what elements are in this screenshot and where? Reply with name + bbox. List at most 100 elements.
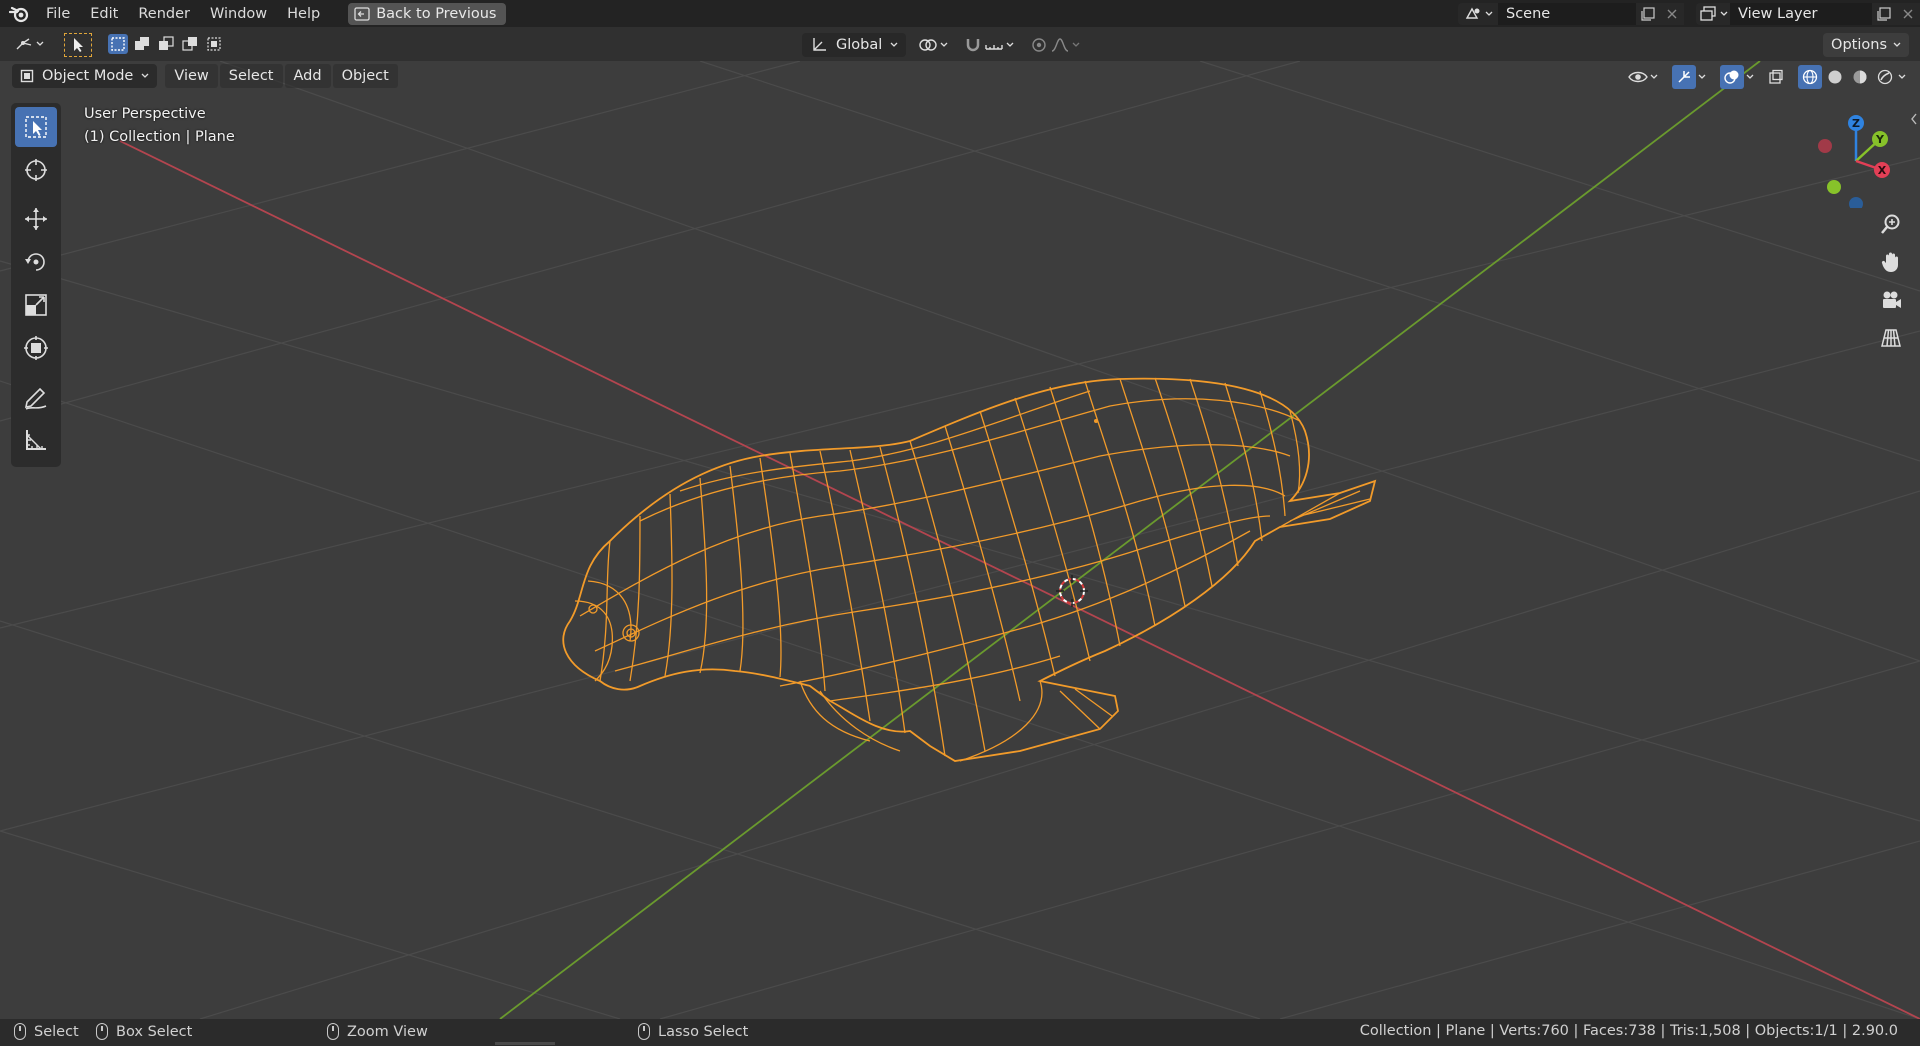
chevron-down-icon — [1072, 42, 1080, 47]
rendered-shading-button[interactable] — [1873, 65, 1897, 89]
close-icon — [1667, 9, 1677, 18]
scale-tool-button[interactable] — [15, 285, 57, 325]
menu-edit[interactable]: Edit — [80, 3, 128, 25]
view-layer-browse-button[interactable] — [1696, 2, 1730, 25]
perspective-toggle-button[interactable] — [1874, 321, 1908, 355]
menu-window[interactable]: Window — [200, 3, 277, 25]
grid-perspective-icon — [1881, 329, 1901, 347]
measure-tool-button[interactable] — [15, 420, 57, 460]
xray-icon — [1769, 69, 1783, 84]
tool-header: Global Options — [0, 27, 1920, 61]
navigation-gizmo[interactable]: Z Y X — [1816, 108, 1916, 208]
material-sphere-icon — [1853, 70, 1867, 84]
right-drag-mouse-icon — [638, 1023, 650, 1040]
select-invert-mode-button[interactable] — [180, 34, 200, 54]
viewport-menu-add[interactable]: Add — [284, 64, 331, 88]
status-bar: Select Box Select Zoom View Lasso Select… — [0, 1019, 1920, 1046]
chevron-down-icon[interactable] — [1898, 74, 1906, 80]
chevron-down-icon — [1893, 42, 1901, 47]
menu-help[interactable]: Help — [277, 3, 330, 25]
select-intersect-mode-button[interactable] — [204, 34, 224, 54]
chevron-down-icon — [1720, 11, 1727, 16]
view-info-overlay: User Perspective (1) Collection | Plane — [84, 103, 235, 149]
solid-sphere-icon — [1828, 70, 1842, 84]
duplicate-icon — [1877, 6, 1891, 21]
scene-browse-button[interactable] — [1458, 2, 1498, 25]
annotate-tool-button[interactable] — [15, 377, 57, 417]
status-lasso-label: Lasso Select — [658, 1023, 749, 1040]
select-box-tool-button[interactable] — [15, 107, 57, 147]
select-subtract-mode-button[interactable] — [156, 34, 176, 54]
camera-view-button[interactable] — [1874, 283, 1908, 317]
3d-viewport[interactable]: Object Mode View Select Add Object User … — [0, 61, 1920, 1019]
pan-view-button[interactable] — [1874, 245, 1908, 279]
scene-selector-group: Scene View Layer — [1458, 0, 1920, 27]
select-new-icon — [111, 37, 125, 51]
pivot-point-icon — [919, 39, 937, 51]
overlay-toggle-group — [1716, 65, 1758, 89]
transform-orientation-dropdown[interactable]: Global — [802, 33, 907, 57]
blender-logo-icon[interactable] — [8, 3, 30, 25]
delete-scene-button[interactable] — [1660, 2, 1684, 25]
pivot-point-dropdown[interactable] — [914, 33, 952, 57]
interaction-mode-value: Object Mode — [42, 68, 134, 84]
material-preview-button[interactable] — [1848, 65, 1872, 89]
xray-toggle-button[interactable] — [1764, 65, 1788, 89]
camera-icon — [1883, 291, 1901, 308]
view-collection-label: (1) Collection | Plane — [84, 129, 235, 145]
back-to-previous-button[interactable]: Back to Previous — [348, 2, 507, 25]
wireframe-shading-button[interactable] — [1798, 65, 1822, 89]
rotate-tool-button[interactable] — [15, 242, 57, 282]
show-overlays-button[interactable] — [1720, 65, 1744, 89]
viewport-header: Object Mode View Select Add Object — [12, 64, 398, 88]
snap-toggle-button[interactable] — [960, 33, 1018, 57]
view-layer-name-field[interactable]: View Layer — [1730, 2, 1872, 25]
zoom-view-button[interactable] — [1874, 207, 1908, 241]
options-dropdown[interactable]: Options — [1823, 33, 1909, 57]
status-hint-zoom: Zoom View — [327, 1023, 428, 1040]
gizmo-icon — [1678, 71, 1690, 83]
cursor-tool-button[interactable] — [15, 150, 57, 190]
viewport-shading-controls — [1624, 64, 1910, 90]
viewport-scene[interactable] — [0, 61, 1920, 1019]
new-view-layer-button[interactable] — [1872, 2, 1896, 25]
move-tool-button[interactable] — [15, 199, 57, 239]
new-scene-button[interactable] — [1636, 2, 1660, 25]
editor-type-button[interactable] — [9, 33, 49, 55]
chevron-down-icon[interactable] — [1746, 74, 1754, 80]
shading-mode-group — [1794, 65, 1910, 89]
viewport-menu-view[interactable]: View — [165, 64, 218, 88]
gizmo-x-label: X — [1878, 164, 1887, 177]
viewport-menu-object[interactable]: Object — [332, 64, 398, 88]
chevron-down-icon — [890, 42, 898, 47]
show-gizmo-button[interactable] — [1672, 65, 1696, 89]
scale-icon — [25, 294, 47, 316]
active-tool-indicator[interactable] — [64, 33, 92, 57]
hand-icon — [1881, 252, 1898, 272]
delete-view-layer-button[interactable] — [1896, 2, 1920, 25]
proportional-editing-button[interactable] — [1026, 33, 1084, 57]
gizmo-y-label: Y — [1875, 133, 1885, 146]
rotate-icon — [25, 253, 45, 271]
solid-shading-button[interactable] — [1823, 65, 1847, 89]
sidebar-expand-icon[interactable] — [1910, 113, 1918, 125]
menu-render[interactable]: Render — [128, 3, 200, 25]
chevron-down-icon[interactable] — [1698, 74, 1706, 80]
select-new-mode-button[interactable] — [108, 34, 128, 54]
menu-file[interactable]: File — [36, 3, 80, 25]
close-icon — [1903, 9, 1913, 18]
select-extend-mode-button[interactable] — [132, 34, 152, 54]
select-extend-icon — [135, 37, 149, 50]
back-icon — [354, 6, 370, 21]
gizmo-z-label: Z — [1852, 117, 1860, 130]
object-visibility-dropdown[interactable] — [1624, 65, 1662, 89]
viewport-menu-select[interactable]: Select — [219, 64, 283, 88]
interaction-mode-dropdown[interactable]: Object Mode — [12, 64, 158, 88]
view-layer-icon — [1699, 5, 1716, 21]
transform-tool-button[interactable] — [15, 328, 57, 368]
scene-icon — [1465, 7, 1479, 19]
status-hint-select: Select — [14, 1023, 79, 1040]
move-arrows-icon — [25, 208, 47, 230]
scene-name-field[interactable]: Scene — [1498, 2, 1636, 25]
3d-viewport-icon — [16, 38, 32, 50]
